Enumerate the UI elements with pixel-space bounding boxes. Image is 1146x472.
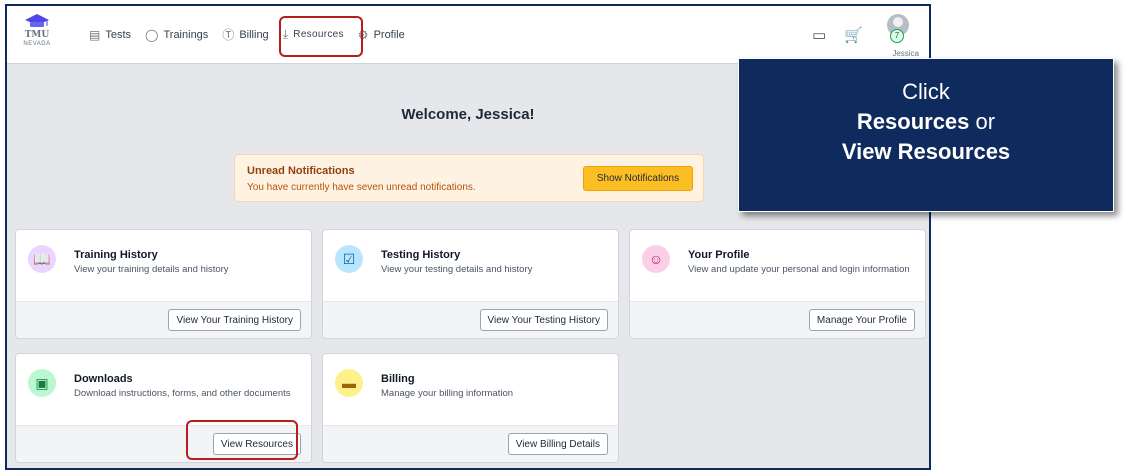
lightbulb-icon: ◯: [145, 27, 159, 42]
graduation-cap-icon: [25, 14, 49, 27]
card-billing: ▬ Billing Manage your billing informatio…: [322, 353, 619, 463]
card-description: View your training details and history: [74, 264, 229, 275]
nav-resources[interactable]: ⤓ Resources: [283, 26, 344, 43]
view-testing-history-button[interactable]: View Your Testing History: [479, 309, 608, 331]
card-title: Your Profile: [688, 249, 750, 261]
card-title: Testing History: [381, 249, 461, 261]
monitor-icon[interactable]: ▭: [812, 26, 826, 44]
user-name: Jessica: [892, 49, 919, 58]
card-title: Training History: [74, 249, 158, 261]
nav-profile-label: Profile: [373, 28, 405, 41]
nav-billing[interactable]: Ⓣ Billing: [222, 26, 268, 43]
view-resources-button[interactable]: View Resources: [212, 433, 301, 455]
user-circle-icon: ☺: [642, 245, 670, 273]
nav-tests-label: Tests: [105, 28, 132, 41]
notification-count-badge: 7: [890, 29, 904, 43]
card-description: View and update your personal and login …: [688, 264, 910, 275]
callout-line-2: Resources or: [739, 107, 1113, 137]
card-description: Download instructions, forms, and other …: [74, 388, 291, 399]
nav-profile[interactable]: ⚙ Profile: [358, 26, 405, 43]
manage-profile-button[interactable]: Manage Your Profile: [808, 309, 915, 331]
view-training-history-button[interactable]: View Your Training History: [168, 309, 301, 331]
card-footer: View Resources: [16, 425, 311, 462]
cart-icon[interactable]: 🛒: [844, 26, 863, 44]
gear-icon: ⚙: [357, 27, 369, 42]
card-description: Manage your billing information: [381, 388, 514, 399]
instruction-callout: Click Resources or View Resources: [738, 58, 1114, 212]
clipboard-icon: ▤: [89, 27, 101, 42]
logo-top-text: TMU: [24, 30, 50, 40]
archive-icon: ▣: [28, 369, 56, 397]
card-footer: Manage Your Profile: [630, 301, 925, 338]
nav-right: ▭ 🛒 7 Jessica: [812, 12, 919, 58]
notification-banner: Unread Notifications You have currently …: [234, 154, 704, 202]
card-testing-history: ☑ Testing History View your testing deta…: [322, 229, 619, 339]
top-nav: TMU NEVADA ▤ Tests ◯ Trainings Ⓣ Billing…: [7, 6, 929, 64]
dollar-icon: Ⓣ: [222, 28, 235, 42]
credit-card-icon: ▬: [335, 369, 363, 397]
main-nav: ▤ Tests ◯ Trainings Ⓣ Billing ⤓ Resource…: [89, 26, 405, 43]
card-footer: View Billing Details: [323, 425, 618, 462]
card-downloads: ▣ Downloads Download instructions, forms…: [15, 353, 312, 463]
callout-resources-text: Resources: [856, 109, 970, 134]
card-title: Downloads: [74, 373, 133, 385]
download-tray-icon: ⤓: [282, 27, 289, 41]
notification-title: Unread Notifications: [247, 165, 355, 177]
logo-bottom-text: NEVADA: [23, 41, 51, 47]
card-your-profile: ☺ Your Profile View and update your pers…: [629, 229, 926, 339]
card-description: View your testing details and history: [381, 264, 533, 275]
show-notifications-button[interactable]: Show Notifications: [583, 166, 693, 191]
view-billing-details-button[interactable]: View Billing Details: [507, 433, 608, 455]
book-icon: 📖: [28, 245, 56, 273]
nav-trainings[interactable]: ◯ Trainings: [145, 26, 208, 43]
card-title: Billing: [381, 373, 415, 385]
user-menu[interactable]: 7 Jessica: [881, 12, 919, 58]
callout-view-resources-text: View Resources: [841, 139, 1011, 164]
logo[interactable]: TMU NEVADA: [15, 12, 59, 58]
callout-line-3: View Resources: [739, 137, 1113, 167]
nav-trainings-label: Trainings: [163, 28, 209, 41]
notification-message: You have currently have seven unread not…: [247, 182, 476, 193]
nav-billing-label: Billing: [239, 28, 269, 41]
card-footer: View Your Training History: [16, 301, 311, 338]
nav-tests[interactable]: ▤ Tests: [89, 26, 131, 43]
callout-or-text: or: [969, 109, 996, 134]
callout-line-1: Click: [902, 79, 950, 104]
card-footer: View Your Testing History: [323, 301, 618, 338]
clipboard-check-icon: ☑: [335, 245, 363, 273]
card-training-history: 📖 Training History View your training de…: [15, 229, 312, 339]
nav-resources-label: Resources: [293, 29, 344, 40]
